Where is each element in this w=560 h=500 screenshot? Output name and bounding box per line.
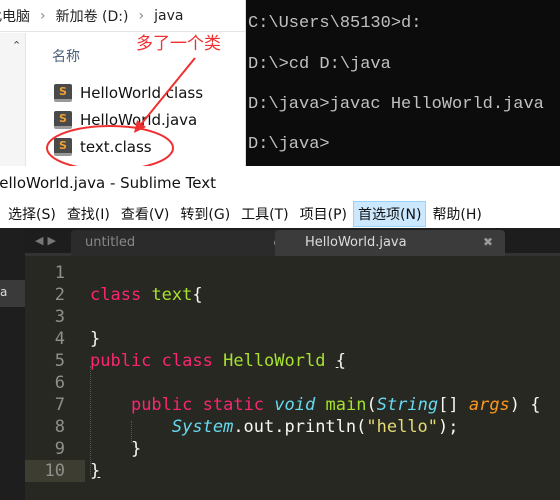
file-explorer-window: 此电脑 › 新加卷 (D:) › java ⌃ 名称 S HelloWorld.c…: [0, 0, 246, 166]
sublime-file-icon: S: [54, 111, 72, 129]
navigation-pane-scrollbar[interactable]: ⌃: [0, 33, 26, 166]
menu-preferences[interactable]: 首选项(N): [353, 201, 427, 227]
chevron-right-icon: ›: [138, 7, 145, 24]
file-name: text.class: [80, 138, 152, 156]
menu-find[interactable]: 查找(I): [62, 201, 115, 227]
menu-view[interactable]: 查看(V): [116, 201, 175, 227]
line-number: 1: [54, 263, 65, 283]
sidebar-item-selected[interactable]: a: [0, 280, 25, 307]
tab-label: untitled: [85, 235, 136, 250]
tab-label: HelloWorld.java: [305, 235, 407, 250]
code-line-10: }: [90, 461, 101, 481]
tab-untitled[interactable]: untitled●: [71, 230, 296, 256]
line-number: 3: [54, 307, 65, 327]
line-number: 7: [54, 395, 65, 415]
code-line-4: }: [90, 329, 101, 349]
code-line-8: System.out.println("hello");: [171, 417, 459, 437]
code-line-7: public static void main(String[] args) {: [130, 395, 541, 415]
cmd-line: D:\java>javac HelloWorld.java: [248, 95, 544, 114]
tab-scroll-arrows[interactable]: ◀▶: [35, 234, 60, 247]
menu-project[interactable]: 项目(P): [295, 201, 352, 227]
sidebar: a: [0, 228, 25, 500]
menu-help[interactable]: 帮助(H): [427, 201, 486, 227]
code-line-9: }: [90, 439, 142, 459]
line-number: 9: [54, 439, 65, 459]
breadcrumb: 此电脑 › 新加卷 (D:) › java: [0, 0, 245, 32]
menu-selection[interactable]: 选择(S): [3, 201, 61, 227]
sublime-file-icon: S: [54, 138, 72, 156]
triangle-right-icon[interactable]: ▶: [47, 234, 59, 247]
window-title: HelloWorld.java - Sublime Text: [0, 174, 216, 192]
file-item[interactable]: S HelloWorld.java: [54, 111, 197, 129]
code-editor[interactable]: 1 2 3 4 5 6 7 8 9 10 class text{ } public class H…: [25, 256, 560, 500]
sublime-file-icon: S: [54, 84, 72, 102]
breadcrumb-this-pc[interactable]: 此电脑: [0, 6, 30, 26]
file-item[interactable]: S HelloWorld.class: [54, 84, 203, 102]
menu-bar: 选择(S) 查找(I) 查看(V) 转到(G) 工具(T) 项目(P) 首选项(…: [0, 200, 560, 228]
line-number: 8: [54, 417, 65, 437]
line-number: 2: [54, 285, 65, 305]
file-item[interactable]: Stext.class: [54, 138, 152, 156]
tab-helloworld-java[interactable]: HelloWorld.java ✖: [275, 230, 505, 256]
tab-bar: ◀▶ untitled● HelloWorld.java ✖: [25, 228, 560, 256]
file-name: HelloWorld.class: [80, 84, 204, 102]
line-number: 6: [54, 373, 65, 393]
breadcrumb-drive-d[interactable]: 新加卷 (D:): [56, 6, 129, 26]
window-title-bar: HelloWorld.java - Sublime Text: [0, 166, 560, 200]
cmd-line: C:\Users\85130>d:: [248, 14, 422, 33]
chevron-right-icon: ›: [40, 7, 46, 24]
code-line-2: class text{: [90, 285, 203, 305]
triangle-left-icon[interactable]: ◀: [35, 234, 47, 247]
file-name: HelloWorld.java: [80, 111, 198, 129]
line-number: 5: [54, 351, 65, 371]
line-number: 10: [25, 460, 85, 482]
line-number: 4: [54, 329, 65, 349]
code-line-5: public class HelloWorld {: [90, 351, 346, 371]
menu-goto[interactable]: 转到(G): [175, 201, 235, 227]
cmd-line: D:\java>: [248, 135, 330, 154]
breadcrumb-java[interactable]: java: [154, 8, 183, 24]
column-header-name[interactable]: 名称: [52, 46, 80, 66]
chevron-up-icon[interactable]: ⌃: [12, 39, 21, 52]
menu-tools[interactable]: 工具(T): [236, 201, 293, 227]
close-icon[interactable]: ✖: [483, 235, 493, 249]
annotation-text: 多了一个类: [136, 34, 221, 54]
cmd-line: D:\>cd D:\java: [248, 55, 391, 74]
command-prompt-window[interactable]: C:\Users\85130>d: D:\>cd D:\java D:\java…: [246, 0, 560, 166]
